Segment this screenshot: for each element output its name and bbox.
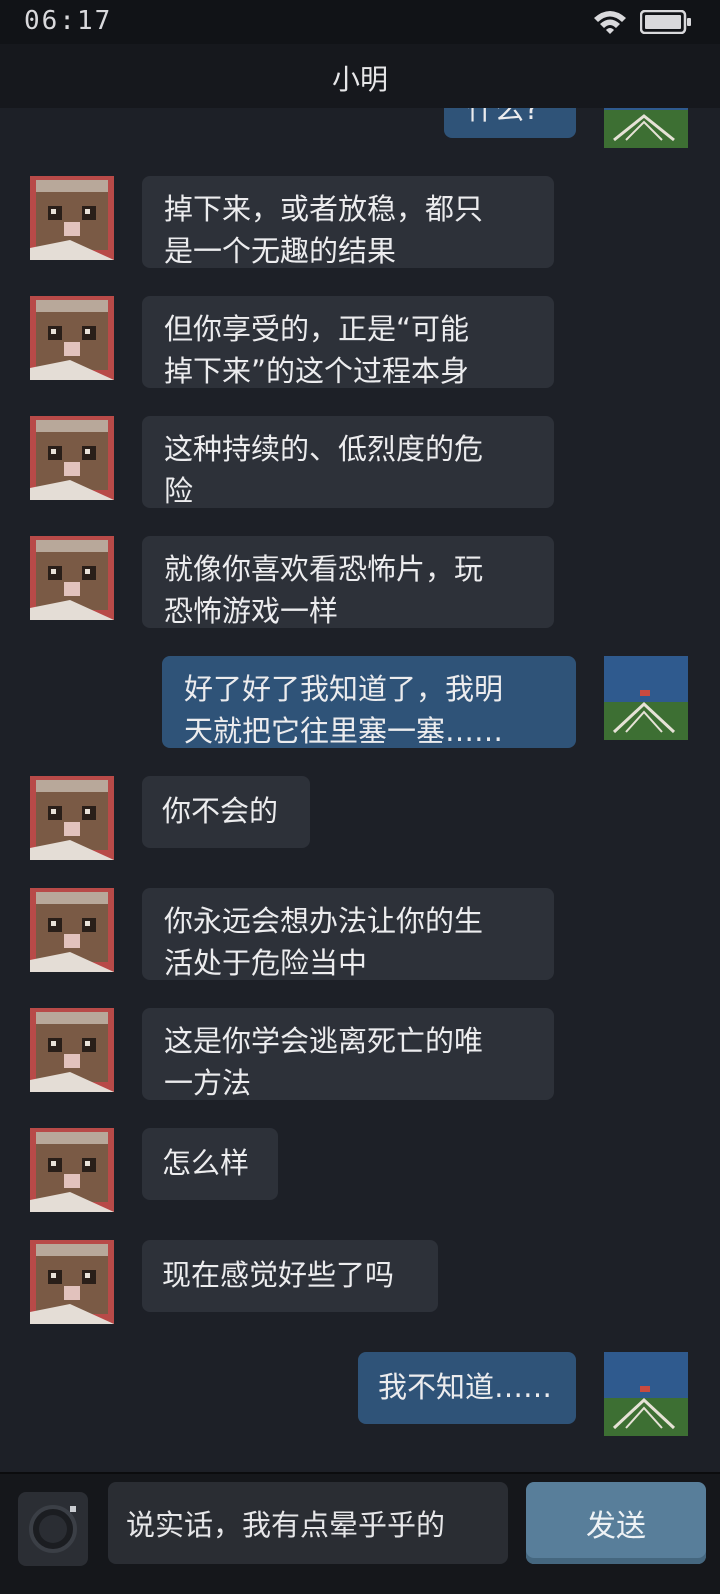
message-incoming: 现在感觉好些了吗 <box>0 1240 720 1324</box>
message-bubble: 但你享受的，正是“可能 掉下来”的这个过程本身 <box>142 296 554 388</box>
message-incoming: 你不会的 <box>0 776 720 860</box>
message-input[interactable] <box>108 1482 508 1564</box>
message-outgoing: 好了好了我知道了，我明 天就把它往里塞一塞…… <box>0 656 720 748</box>
message-text-line: 我不知道…… <box>378 1370 553 1404</box>
message-text-line: 恐怖游戏一样 <box>164 594 339 628</box>
message-text-line: 你不会的 <box>162 794 279 828</box>
message-text-line: 掉下来，或者放稳，都只 <box>164 192 484 226</box>
message-bubble: 这种持续的、低烈度的危 险 <box>142 416 554 508</box>
camera-icon <box>29 1505 77 1553</box>
message-text-line: 掉下来”的这个过程本身 <box>164 354 470 388</box>
contact-avatar-cat[interactable] <box>30 296 114 380</box>
message-bubble: 掉下来，或者放稳，都只 是一个无趣的结果 <box>142 176 554 268</box>
chat-header: 小明 <box>0 44 720 109</box>
message-bubble: 你不会的 <box>142 776 310 848</box>
message-incoming: 你永远会想办法让你的生 活处于危险当中 <box>0 888 720 980</box>
message-incoming: 但你享受的，正是“可能 掉下来”的这个过程本身 <box>0 296 720 388</box>
message-text-line: 好了好了我知道了，我明 <box>184 672 504 706</box>
message-incoming: 这种持续的、低烈度的危 险 <box>0 416 720 508</box>
message-bubble: 我不知道…… <box>358 1352 576 1424</box>
message-text-line: 是一个无趣的结果 <box>164 234 397 268</box>
message-text-line: 你永远会想办法让你的生 <box>164 904 484 938</box>
message-text-line: 这种持续的、低烈度的危 <box>164 432 484 466</box>
message-bubble: 现在感觉好些了吗 <box>142 1240 438 1312</box>
status-bar: 06:17 <box>0 0 720 44</box>
message-text-line: 活处于危险当中 <box>164 946 368 980</box>
contact-avatar-cat[interactable] <box>30 1240 114 1324</box>
message-text-line: 险 <box>164 474 194 508</box>
wifi-icon <box>594 11 626 34</box>
message-text-line: 现在感觉好些了吗 <box>162 1258 395 1292</box>
user-avatar-landscape[interactable] <box>604 1352 688 1436</box>
message-incoming: 怎么样 <box>0 1128 720 1212</box>
camera-button[interactable] <box>18 1492 88 1566</box>
message-bubble: 好了好了我知道了，我明 天就把它往里塞一塞…… <box>162 656 576 748</box>
contact-name: 小明 <box>331 63 388 96</box>
message-text: 什么? <box>466 108 540 126</box>
message-bubble: 什么? <box>444 108 576 138</box>
message-outgoing: 我不知道…… <box>0 1352 720 1444</box>
message-text-line: 但你享受的，正是“可能 <box>164 312 470 346</box>
message-bubble: 这是你学会逃离死亡的唯 一方法 <box>142 1008 554 1100</box>
message-incoming: 这是你学会逃离死亡的唯 一方法 <box>0 1008 720 1100</box>
message-text-line: 就像你喜欢看恐怖片，玩 <box>164 552 484 586</box>
message-incoming: 掉下来，或者放稳，都只 是一个无趣的结果 <box>0 176 720 268</box>
send-button[interactable]: 发送 <box>526 1482 706 1564</box>
user-avatar-landscape[interactable] <box>604 108 688 148</box>
message-bubble: 你永远会想办法让你的生 活处于危险当中 <box>142 888 554 980</box>
contact-avatar-cat[interactable] <box>30 416 114 500</box>
battery-icon <box>640 10 691 34</box>
message-outgoing: 什么? <box>0 108 720 148</box>
message-text-line: 天就把它往里塞一塞…… <box>184 714 504 748</box>
message-incoming: 就像你喜欢看恐怖片，玩 恐怖游戏一样 <box>0 536 720 628</box>
message-text-line: 一方法 <box>164 1066 252 1100</box>
contact-avatar-cat[interactable] <box>30 1128 114 1212</box>
user-avatar-landscape[interactable] <box>604 656 688 740</box>
contact-avatar-cat[interactable] <box>30 536 114 620</box>
message-text-line: 这是你学会逃离死亡的唯 <box>164 1024 484 1058</box>
chat-history[interactable]: 什么? 掉下来，或者放稳，都只 是一个无趣的结果 但你享受的，正是“可能 掉下来… <box>0 108 720 1472</box>
contact-avatar-cat[interactable] <box>30 176 114 260</box>
message-bubble: 就像你喜欢看恐怖片，玩 恐怖游戏一样 <box>142 536 554 628</box>
contact-avatar-cat[interactable] <box>30 776 114 860</box>
contact-avatar-cat[interactable] <box>30 888 114 972</box>
status-time: 06:17 <box>24 6 113 36</box>
message-text-line: 怎么样 <box>162 1146 250 1180</box>
message-bubble: 怎么样 <box>142 1128 278 1200</box>
contact-avatar-cat[interactable] <box>30 1008 114 1092</box>
message-input-bar: 发送 <box>0 1472 720 1594</box>
